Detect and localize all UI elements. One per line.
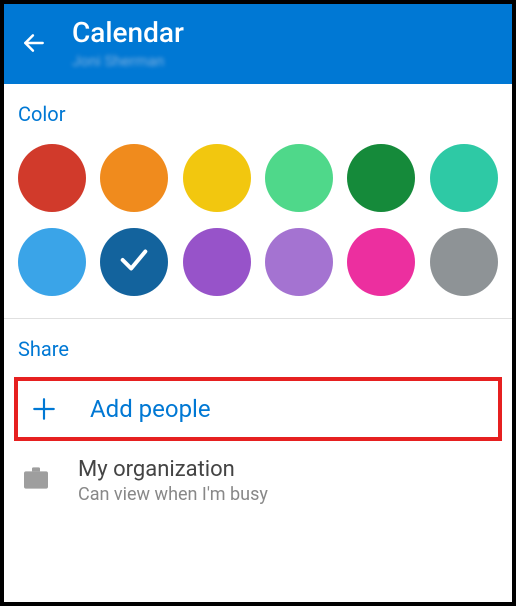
checkmark-icon: [117, 243, 151, 281]
content-area: Color Share Add people My organization C…: [4, 84, 512, 523]
plus-icon: [28, 396, 60, 422]
page-title: Calendar: [72, 16, 184, 50]
back-icon[interactable]: [20, 29, 48, 57]
share-section-label: Share: [4, 319, 512, 371]
page-subtitle: Joni Sherman: [72, 52, 184, 70]
color-swatch-red[interactable]: [18, 144, 86, 212]
color-swatch-orange[interactable]: [100, 144, 168, 212]
color-swatch-dark-blue[interactable]: [100, 228, 168, 296]
org-text: My organization Can view when I'm busy: [78, 457, 268, 505]
color-swatch-light-green[interactable]: [265, 144, 333, 212]
color-swatch-dark-green[interactable]: [347, 144, 415, 212]
header-text: Calendar Joni Sherman: [72, 16, 184, 70]
color-swatch-light-blue[interactable]: [18, 228, 86, 296]
color-grid: [4, 136, 512, 318]
add-people-button[interactable]: Add people: [14, 377, 502, 441]
header-bar: Calendar Joni Sherman: [4, 4, 512, 84]
org-title: My organization: [78, 457, 268, 482]
briefcase-icon: [20, 461, 52, 495]
color-swatch-light-purple[interactable]: [265, 228, 333, 296]
color-swatch-pink[interactable]: [347, 228, 415, 296]
color-swatch-purple[interactable]: [183, 228, 251, 296]
color-section-label: Color: [4, 84, 512, 136]
org-subtitle: Can view when I'm busy: [78, 484, 268, 505]
color-swatch-teal[interactable]: [430, 144, 498, 212]
my-organization-row[interactable]: My organization Can view when I'm busy: [4, 449, 512, 523]
color-swatch-yellow[interactable]: [183, 144, 251, 212]
add-people-label: Add people: [90, 395, 211, 423]
color-swatch-gray[interactable]: [430, 228, 498, 296]
